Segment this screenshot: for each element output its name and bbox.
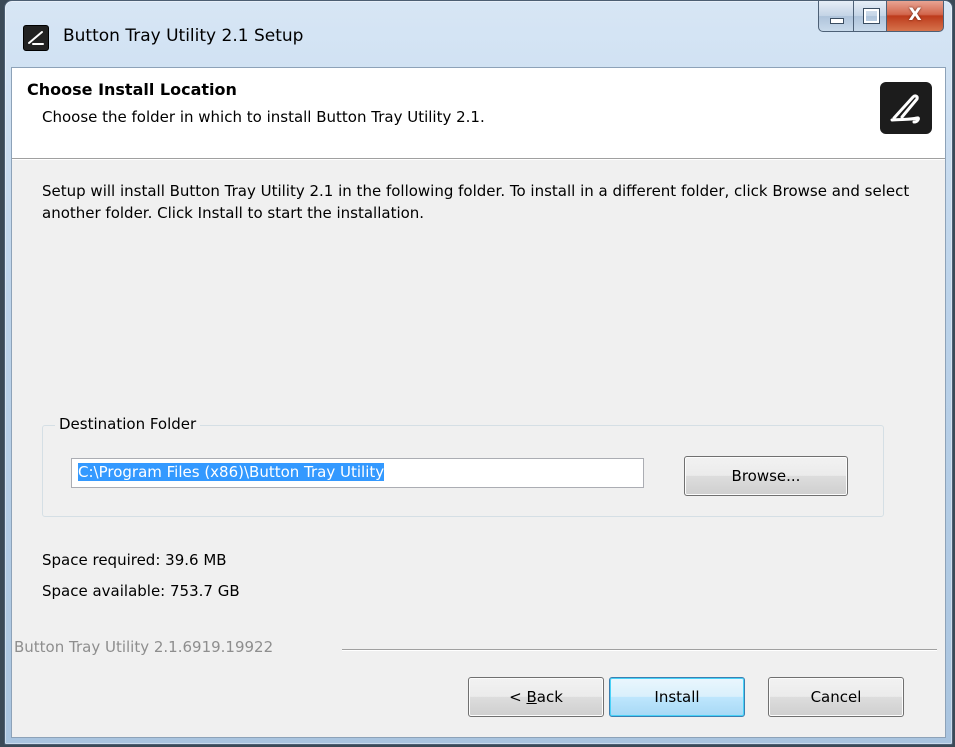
maximize-button[interactable] <box>854 1 887 32</box>
dialog-client-area: Choose Install Location Choose the folde… <box>11 67 946 738</box>
title-bar[interactable]: Button Tray Utility 2.1 Setup X <box>5 1 952 67</box>
window-title: Button Tray Utility 2.1 Setup <box>63 26 304 46</box>
destination-folder-group: Destination Folder C:\Program Files (x86… <box>42 415 884 517</box>
header-divider <box>12 159 945 160</box>
header-band: Choose Install Location Choose the folde… <box>12 68 945 159</box>
back-button-rest: ack <box>536 688 563 706</box>
minimize-icon <box>830 18 844 24</box>
maximize-icon <box>863 8 880 24</box>
close-icon: X <box>908 5 922 25</box>
branding-divider <box>342 649 937 651</box>
minimize-button[interactable] <box>818 1 854 32</box>
setup-window: Button Tray Utility 2.1 Setup X Choose I… <box>4 0 953 745</box>
back-button-accel: B <box>526 688 537 706</box>
close-button[interactable]: X <box>887 1 944 32</box>
browse-button[interactable]: Browse... <box>684 456 848 496</box>
install-button[interactable]: Install <box>609 677 745 717</box>
page-title: Choose Install Location <box>27 80 237 99</box>
branding-row: Button Tray Utility 2.1.6919.19922 <box>12 638 945 658</box>
cancel-button[interactable]: Cancel <box>768 677 904 717</box>
caption-buttons: X <box>818 1 944 32</box>
back-button[interactable]: < Back <box>468 677 604 717</box>
branding-text: Button Tray Utility 2.1.6919.19922 <box>14 638 282 656</box>
install-description: Setup will install Button Tray Utility 2… <box>42 182 910 222</box>
destination-folder-label: Destination Folder <box>55 415 201 433</box>
space-available-text: Space available: 753.7 GB <box>42 582 240 600</box>
back-button-prefix: < <box>509 688 527 706</box>
pen-icon <box>880 82 932 134</box>
space-required-text: Space required: 39.6 MB <box>42 551 227 569</box>
destination-path-input[interactable]: C:\Program Files (x86)\Button Tray Utili… <box>71 458 644 488</box>
destination-path-value: C:\Program Files (x86)\Button Tray Utili… <box>78 463 385 481</box>
app-icon[interactable] <box>23 25 49 51</box>
page-subtitle: Choose the folder in which to install Bu… <box>42 108 485 126</box>
